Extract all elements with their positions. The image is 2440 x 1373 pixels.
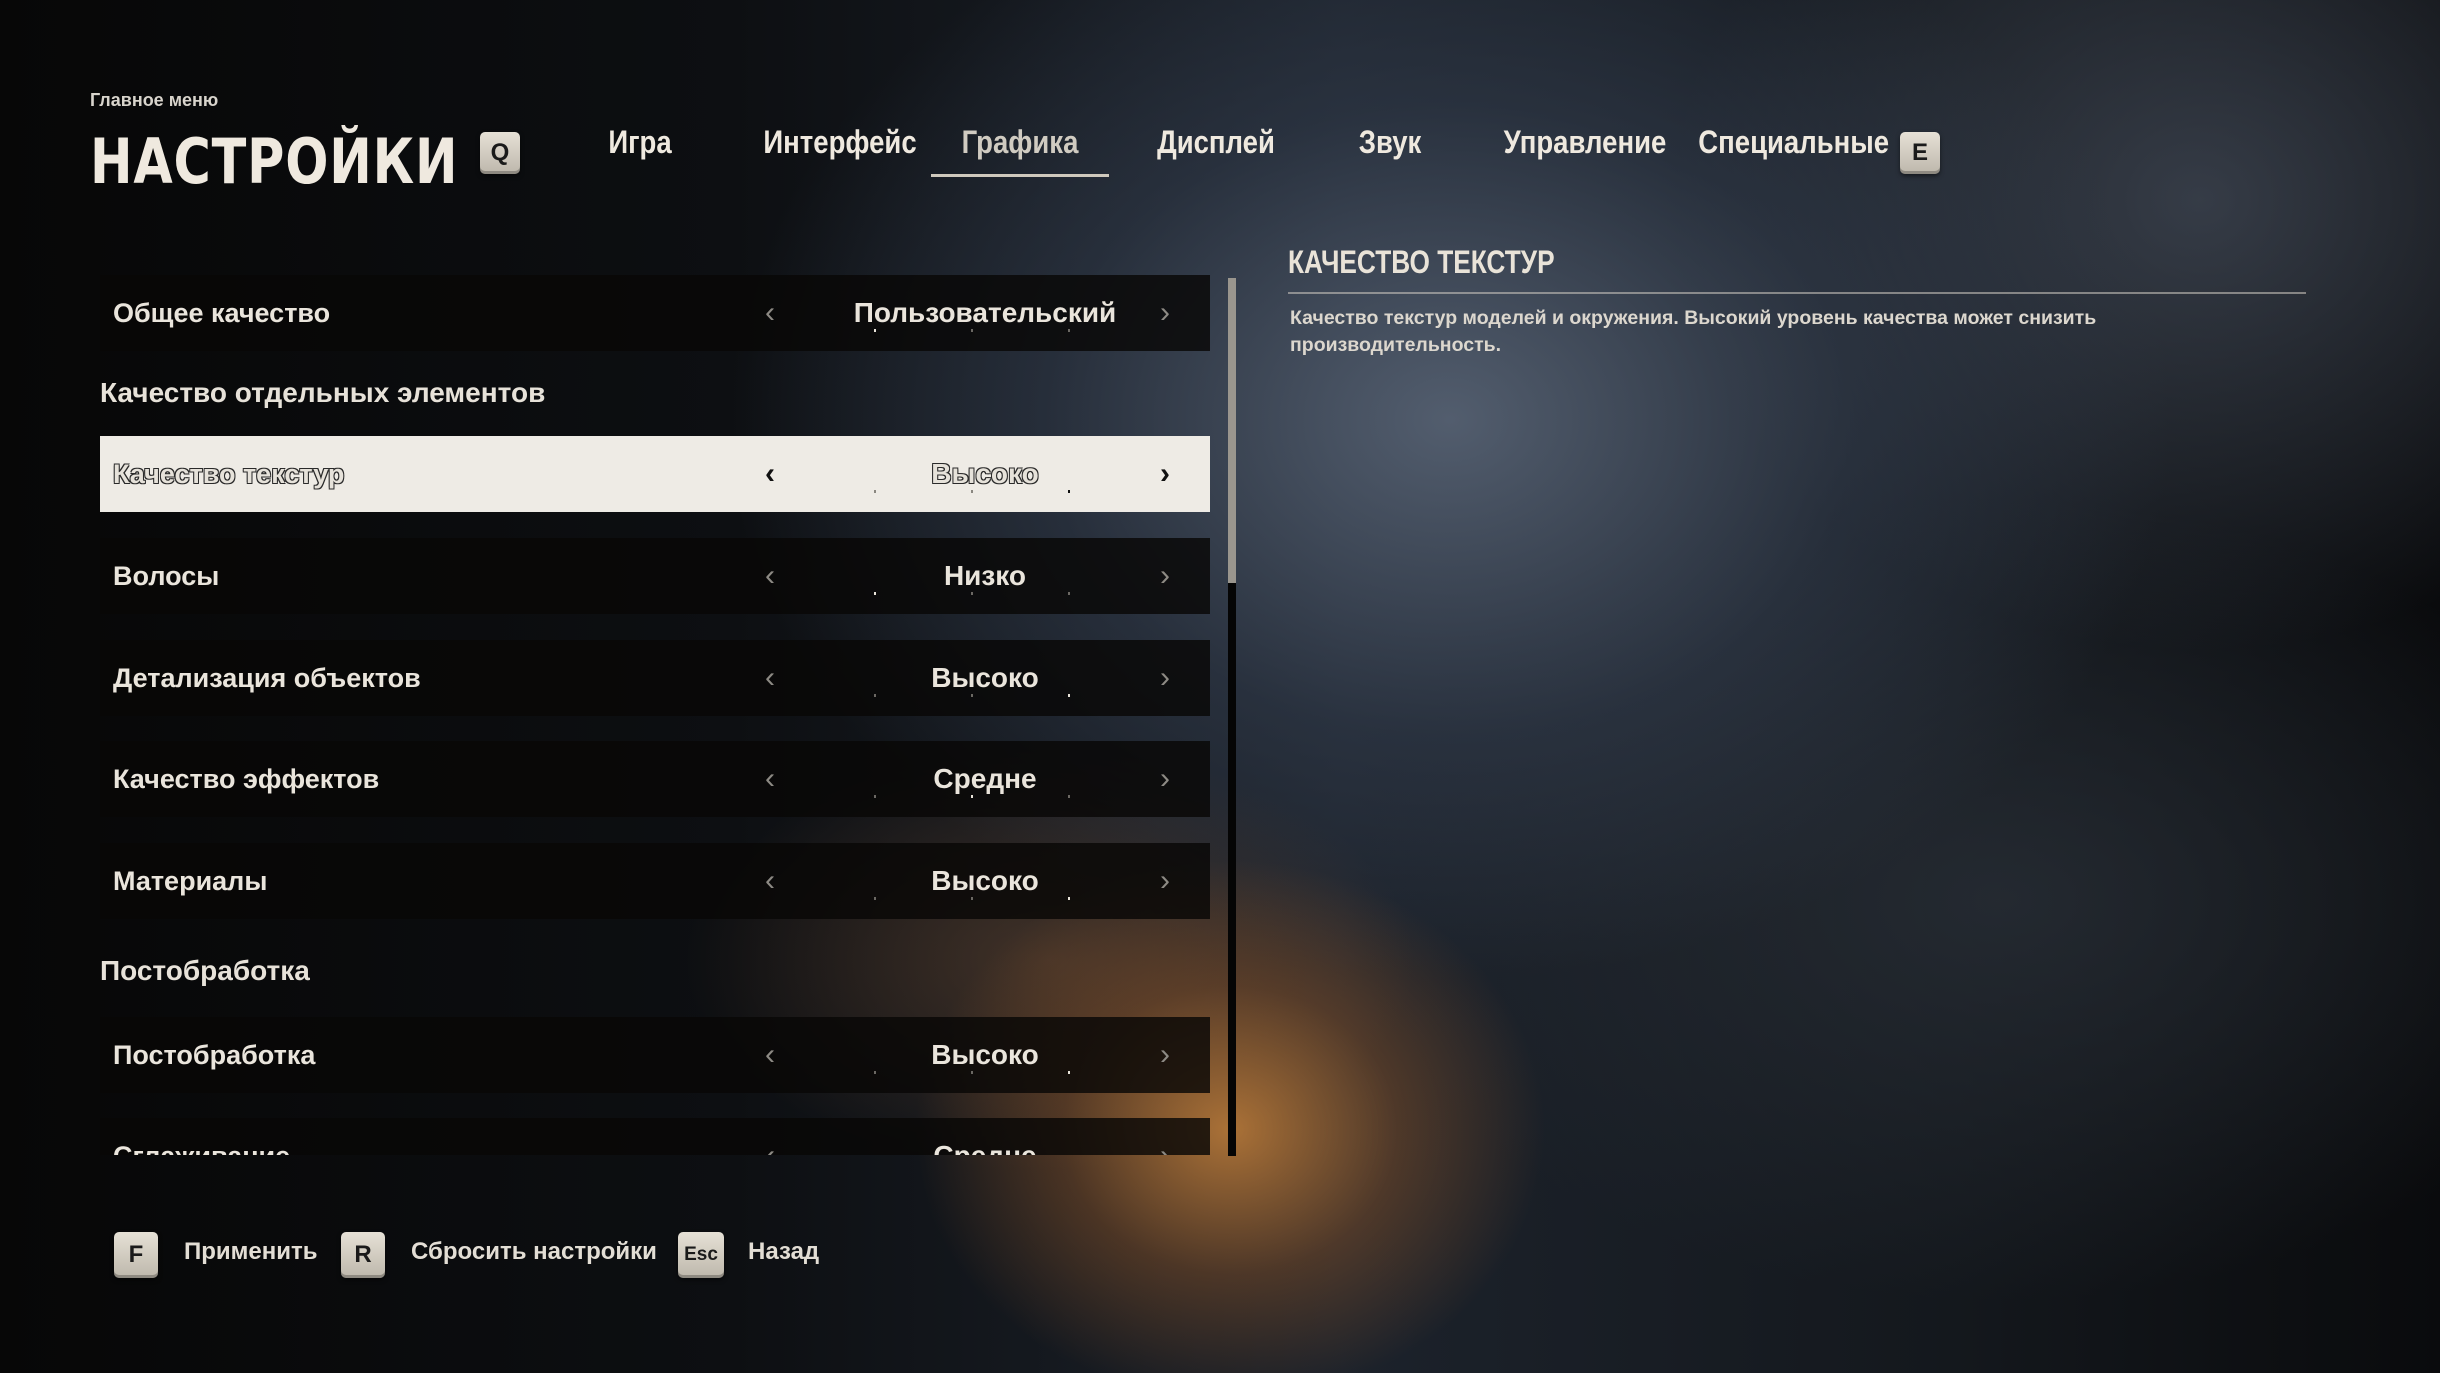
description-text: Качество текстур моделей и окружения. Вы…: [1290, 307, 2097, 356]
arrow-right-icon[interactable]: ›: [1160, 275, 1170, 351]
tab-interface[interactable]: Интерфейс: [763, 116, 918, 180]
level-tick: [874, 897, 876, 900]
setting-row-texture-quality[interactable]: Качество текстур ‹ Высоко ›: [100, 436, 1210, 512]
setting-row-hair[interactable]: Волосы ‹ Низко ›: [100, 538, 1210, 614]
arrow-right-icon[interactable]: ›: [1160, 538, 1170, 614]
breadcrumb: Главное меню: [90, 90, 219, 110]
description-divider: [1288, 292, 2306, 294]
level-tick: [971, 592, 973, 595]
level-tick: [971, 329, 973, 332]
setting-row-object-detail[interactable]: Детализация объектов ‹ Высоко ›: [100, 640, 1210, 716]
level-tick: [971, 1071, 973, 1074]
setting-label: Детализация объектов: [113, 663, 421, 693]
setting-value: Низко: [943, 560, 1027, 591]
arrow-left-icon[interactable]: ‹: [765, 1017, 775, 1093]
level-indicator: [874, 897, 1070, 900]
level-tick: [971, 490, 973, 493]
level-tick: [874, 329, 876, 332]
level-tick: [874, 694, 876, 697]
reset-key-icon[interactable]: R: [341, 1232, 385, 1278]
level-tick: [1068, 795, 1070, 798]
arrow-right-icon[interactable]: ›: [1160, 436, 1170, 512]
arrow-left-icon[interactable]: ‹: [765, 741, 775, 817]
description-title: КАЧЕСТВО ТЕКСТУР: [1288, 244, 1555, 280]
scrollbar-thumb[interactable]: [1228, 278, 1236, 583]
tab-accessibility[interactable]: Специальные: [1698, 116, 1889, 180]
level-indicator: [874, 490, 1070, 493]
setting-label: Качество эффектов: [113, 764, 380, 794]
setting-row-effects-quality[interactable]: Качество эффектов ‹ Средне ›: [100, 741, 1210, 817]
apply-button[interactable]: Применить: [184, 1238, 318, 1266]
apply-key-icon[interactable]: F: [114, 1232, 158, 1278]
level-tick: [1068, 1071, 1070, 1074]
level-tick: [1068, 490, 1070, 493]
next-tab-key-icon[interactable]: E: [1900, 132, 1940, 174]
arrow-right-icon[interactable]: ›: [1160, 1017, 1170, 1093]
level-tick: [874, 490, 876, 493]
level-indicator: [874, 694, 1070, 697]
setting-value: Высоко: [931, 865, 1039, 896]
level-tick: [1068, 897, 1070, 900]
level-indicator: [874, 1071, 1070, 1074]
setting-row-materials[interactable]: Материалы ‹ Высоко ›: [100, 843, 1210, 919]
page-title: НАСТРОЙКИ: [90, 125, 459, 198]
tab-controls[interactable]: Управление: [1503, 116, 1667, 180]
setting-row-antialiasing[interactable]: Сглаживание ‹ Средне ›: [100, 1118, 1210, 1155]
level-tick: [874, 795, 876, 798]
level-tick: [971, 795, 973, 798]
prev-tab-key-icon[interactable]: Q: [480, 132, 520, 174]
section-individual-elements: Качество отдельных элементов: [100, 377, 546, 408]
level-indicator: [874, 592, 1070, 595]
level-tick: [1068, 592, 1070, 595]
setting-value: Высоко: [931, 1039, 1039, 1070]
setting-value: Пользовательский: [853, 297, 1117, 328]
arrow-left-icon[interactable]: ‹: [765, 1118, 775, 1155]
level-tick: [971, 694, 973, 697]
setting-label: Сглаживание: [113, 1118, 290, 1155]
setting-label: Материалы: [113, 866, 268, 896]
level-tick: [1068, 329, 1070, 332]
level-tick: [874, 1071, 876, 1074]
level-tick: [1068, 694, 1070, 697]
active-tab-underline: [931, 174, 1109, 177]
setting-value: Средне: [830, 1118, 1140, 1155]
settings-list[interactable]: Общее качество ‹ Пользовательский › Каче…: [100, 275, 1210, 1155]
arrow-left-icon[interactable]: ‹: [765, 275, 775, 351]
tab-game[interactable]: Игра: [597, 116, 683, 180]
tab-graphics[interactable]: Графика: [943, 116, 1096, 180]
level-indicator: [874, 795, 1070, 798]
setting-label: Общее качество: [113, 298, 331, 328]
arrow-right-icon[interactable]: ›: [1160, 741, 1170, 817]
setting-value: Высоко: [931, 458, 1039, 489]
setting-value: Высоко: [931, 662, 1039, 693]
tab-display[interactable]: Дисплей: [1154, 116, 1278, 180]
back-key-icon[interactable]: Esc: [678, 1232, 724, 1278]
setting-label: Качество текстур: [113, 459, 345, 489]
setting-row-postprocessing[interactable]: Постобработка ‹ Высоко ›: [100, 1017, 1210, 1093]
level-tick: [971, 897, 973, 900]
arrow-right-icon[interactable]: ›: [1160, 640, 1170, 716]
reset-settings-button[interactable]: Сбросить настройки: [411, 1238, 657, 1266]
back-button[interactable]: Назад: [748, 1238, 819, 1266]
arrow-right-icon[interactable]: ›: [1160, 1118, 1170, 1155]
arrow-right-icon[interactable]: ›: [1160, 843, 1170, 919]
setting-row-overall-quality[interactable]: Общее качество ‹ Пользовательский ›: [100, 275, 1210, 351]
level-indicator: [874, 329, 1070, 332]
setting-value: Средне: [933, 763, 1037, 794]
arrow-left-icon[interactable]: ‹: [765, 538, 775, 614]
arrow-left-icon[interactable]: ‹: [765, 843, 775, 919]
tab-sound[interactable]: Звук: [1347, 116, 1433, 180]
arrow-left-icon[interactable]: ‹: [765, 640, 775, 716]
level-tick: [874, 592, 876, 595]
setting-label: Постобработка: [113, 1040, 316, 1070]
setting-label: Волосы: [113, 561, 220, 591]
section-postprocessing: Постобработка: [100, 955, 310, 986]
arrow-left-icon[interactable]: ‹: [765, 436, 775, 512]
